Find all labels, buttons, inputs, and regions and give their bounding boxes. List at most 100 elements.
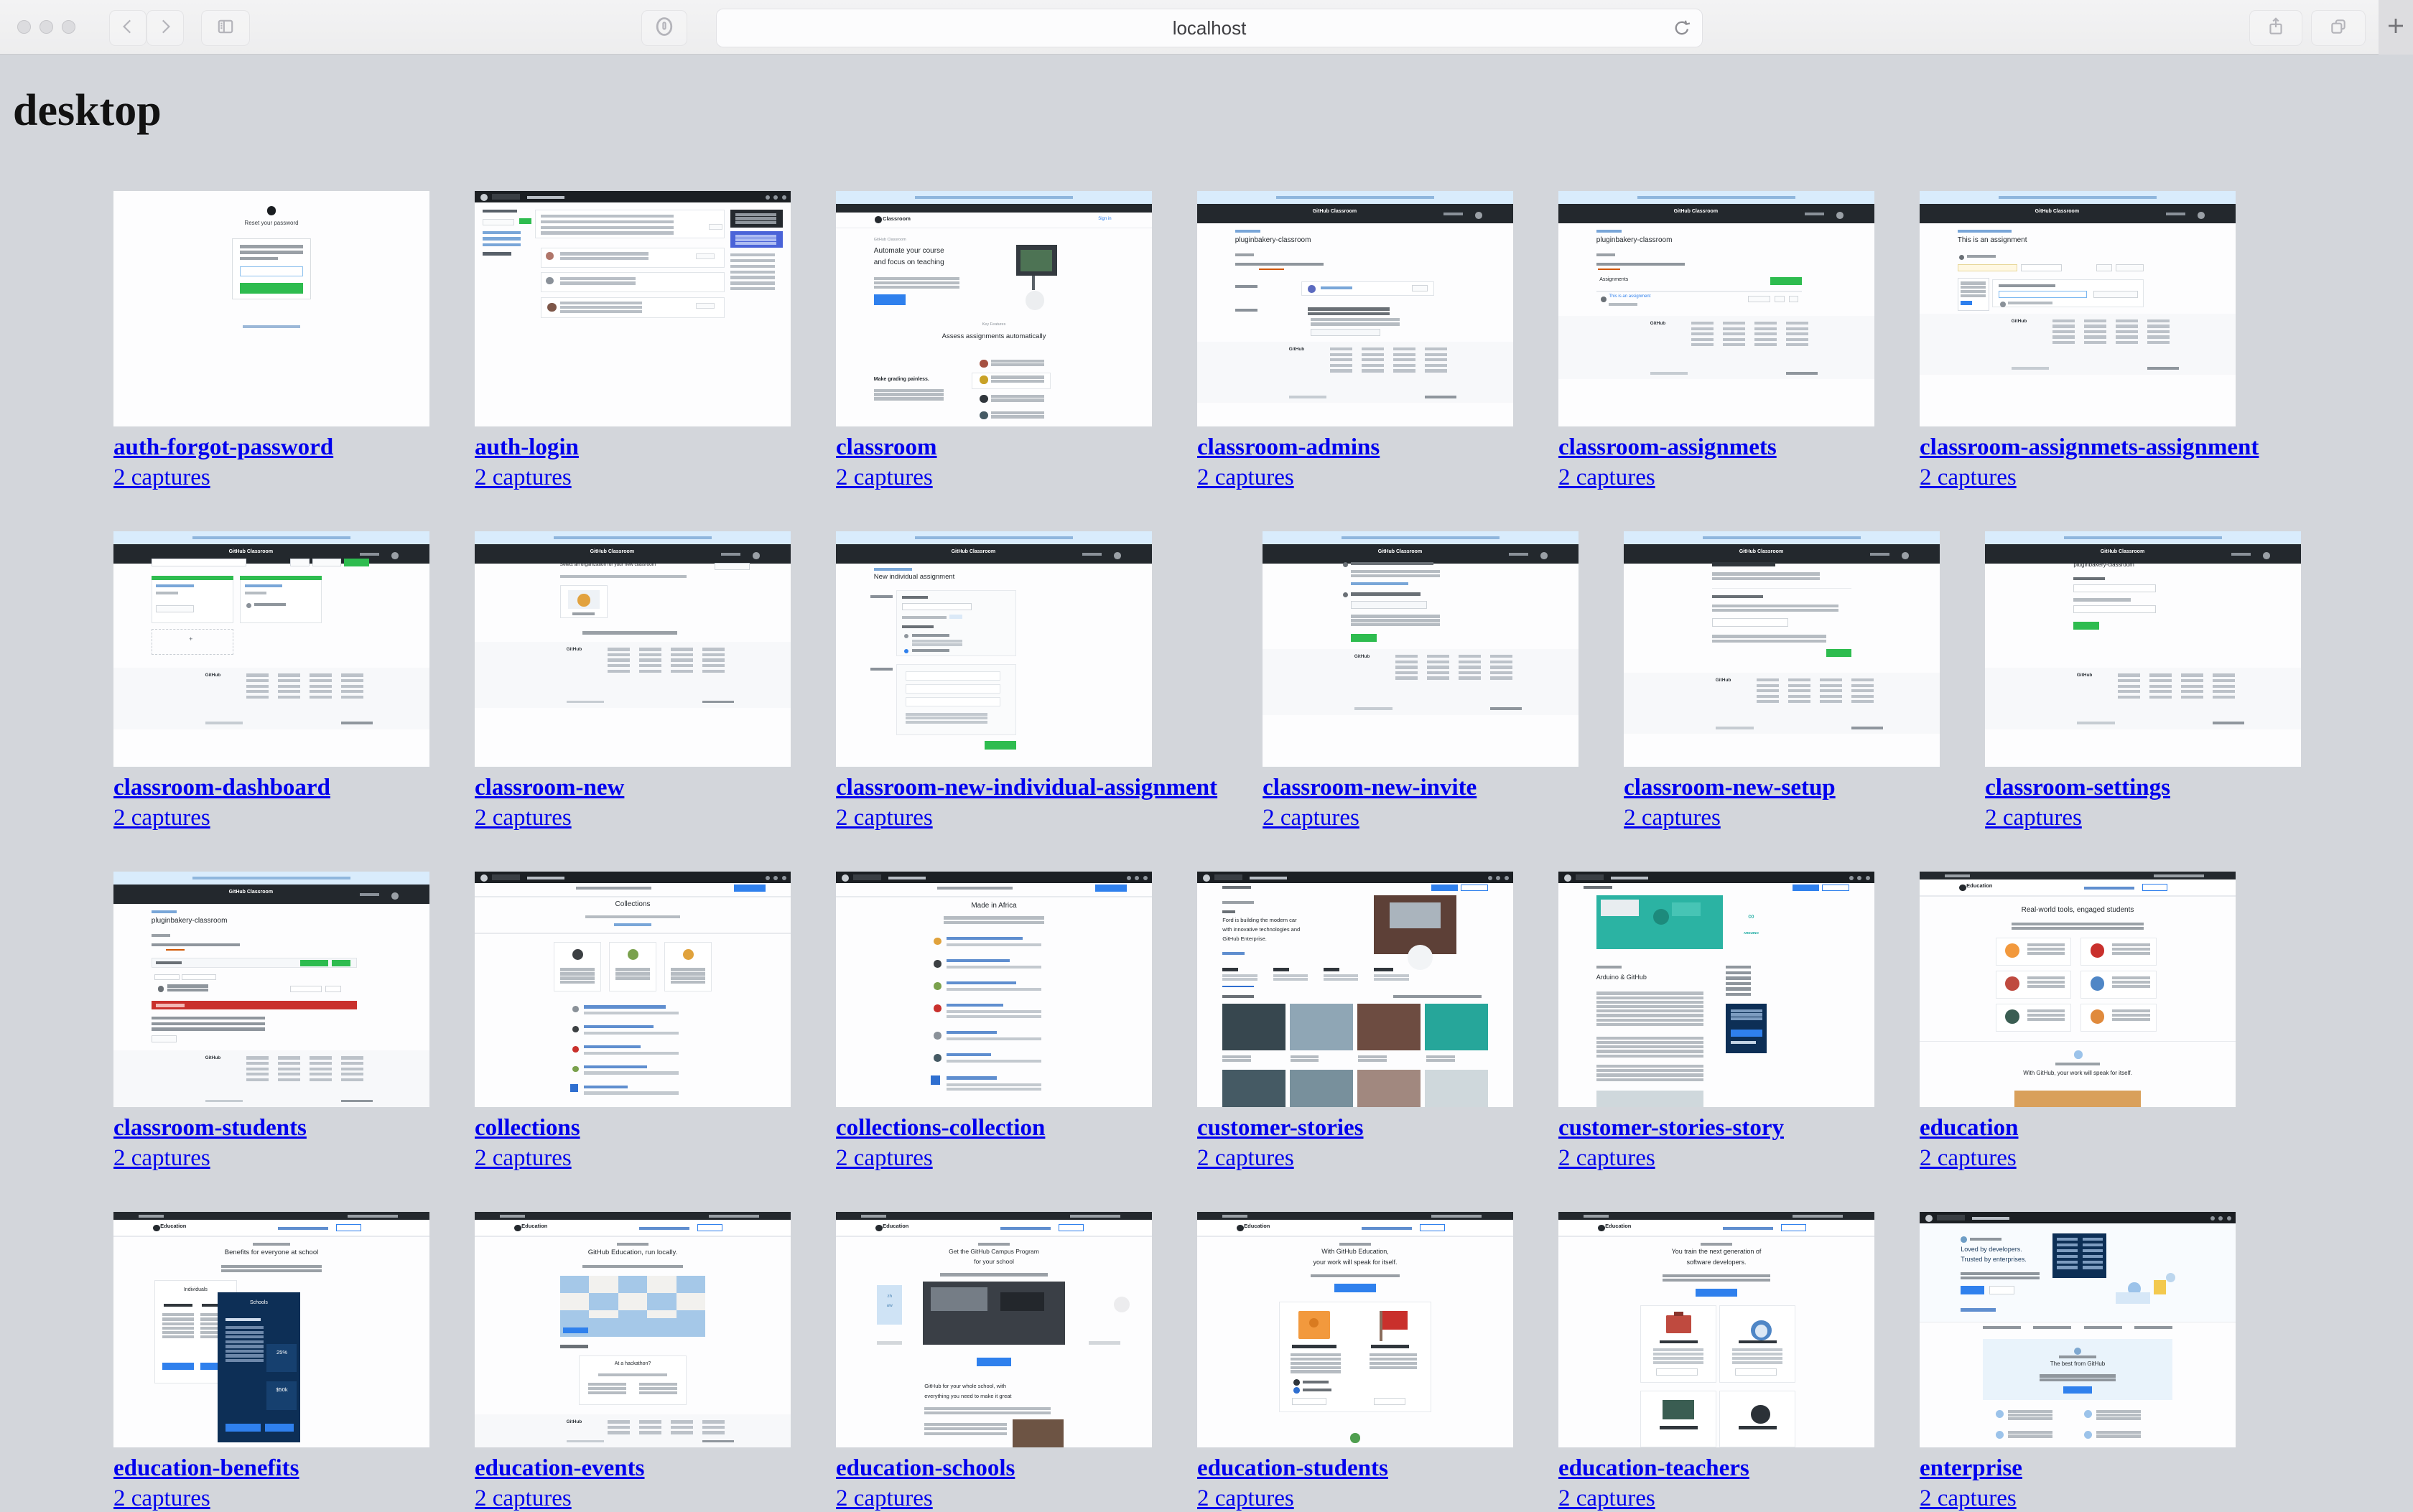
item-thumbnail[interactable]: GitHub Classroom pluginbakery-classroom Gi… [1197,191,1513,426]
item-title-link[interactable]: classroom-assignmets-assignment [1920,434,2259,461]
traffic-light-zoom-button[interactable] [62,20,75,34]
traffic-light-minimize-button[interactable] [39,20,53,34]
item-thumbnail[interactable]: Reset your password [113,191,429,426]
item-title-link[interactable]: classroom-settings [1985,774,2170,801]
item-captures-link[interactable]: 2 captures [836,1144,933,1172]
item-thumbnail[interactable]: ∞ ARDUINO Arduino & GitHub [1558,872,1874,1107]
item-captures-link[interactable]: 2 captures [1558,1485,1655,1512]
item-captures-link[interactable]: 2 captures [836,464,933,491]
item-captures-link[interactable]: 2 captures [1920,464,2017,491]
item-title-link[interactable]: education-benefits [113,1455,299,1482]
thumb-text-line [246,1056,269,1060]
thumb-text-line [246,695,269,699]
item-captures-link[interactable]: 2 captures [1197,1144,1294,1172]
thumb-rect [1663,1400,1695,1419]
password-manager-extension-button[interactable] [641,10,687,46]
item-title-link[interactable]: customer-stories-story [1558,1114,1784,1142]
sidebar-toggle-button[interactable] [201,10,250,46]
item-thumbnail[interactable]: Classroom Sign in GitHub Classroom Automate… [836,191,1152,426]
item-thumbnail[interactable]: Education GitHub Education, run locally. A… [475,1212,791,1447]
thumb-rect [1826,649,1851,658]
item-thumbnail[interactable]: Education Get the GitHub Campus Program fo… [836,1212,1152,1447]
item-captures-link[interactable]: 2 captures [475,464,572,491]
item-title-link[interactable]: education-students [1197,1455,1388,1482]
item-title-link[interactable]: classroom-admins [1197,434,1380,461]
item-title-link[interactable]: classroom-new-invite [1263,774,1477,801]
item-captures-link[interactable]: 2 captures [113,804,210,831]
item-title-link[interactable]: classroom-dashboard [113,774,330,801]
gallery-item: GitHub Classroom pluginbakery-classroom Gi… [1985,531,2302,831]
thumb-text-line [1785,343,1808,347]
thumb-text-line [1787,689,1810,693]
item-title-link[interactable]: enterprise [1920,1455,2022,1482]
item-captures-link[interactable]: 2 captures [475,804,572,831]
item-captures-link[interactable]: 2 captures [475,1485,572,1512]
item-thumbnail[interactable]: Education You train the next generation o… [1558,1212,1874,1447]
item-thumbnail[interactable]: Ford is building the modern car with inno… [1197,872,1513,1107]
item-title-link[interactable]: education [1920,1114,2019,1142]
item-captures-link[interactable]: 2 captures [1624,804,1721,831]
thumb-text-line [246,1073,269,1076]
item-thumbnail[interactable]: GitHub Classroom pluginbakery-classroom Gi… [113,872,429,1107]
item-title-link[interactable]: classroom-students [113,1114,307,1142]
item-title-link[interactable]: auth-forgot-password [113,434,333,461]
item-title-link[interactable]: classroom-new-individual-assignment [836,774,1217,801]
url-field[interactable]: localhost [716,9,1703,47]
item-thumbnail[interactable]: Made in Africa [836,872,1152,1107]
item-thumbnail[interactable]: Collections [475,872,791,1107]
item-captures-link[interactable]: 2 captures [113,1485,210,1512]
item-captures-link[interactable]: 2 captures [1985,804,2082,831]
thumb-dot [546,276,554,285]
item-captures-link[interactable]: 2 captures [1197,464,1294,491]
item-title-link[interactable]: classroom-new-setup [1624,774,1836,801]
item-thumbnail[interactable]: GitHub Classroom pluginbakery-classroom As… [1558,191,1874,426]
item-captures-link[interactable]: 2 captures [1558,1144,1655,1172]
item-title-link[interactable]: education-schools [836,1455,1015,1482]
item-thumbnail[interactable]: GitHub Classroom pluginbakery-classroom Gi… [1985,531,2302,767]
item-thumbnail[interactable] [475,191,791,426]
reload-button[interactable] [1672,18,1692,42]
item-thumbnail[interactable]: GitHub Classroom + GitHub [113,531,429,767]
traffic-light-close-button[interactable] [17,20,31,34]
thumb-text: Automate your course [873,246,944,255]
item-title-link[interactable]: education-teachers [1558,1455,1749,1482]
forward-button[interactable] [147,10,184,46]
item-captures-link[interactable]: 2 captures [113,464,210,491]
item-title-link[interactable]: education-events [475,1455,644,1482]
item-thumbnail[interactable]: GitHub Classroom This is an assignment Git… [1920,191,2236,426]
item-thumbnail[interactable]: Education Real-world tools, engaged stude… [1920,872,2236,1107]
thumb-text-line [277,684,300,688]
item-thumbnail[interactable]: GitHub Classroom GitHub [1624,531,1940,767]
item-captures-link[interactable]: 2 captures [475,1144,572,1172]
thumb-text-line [947,936,1023,940]
item-title-link[interactable]: classroom-new [475,774,624,801]
thumb-text-line [1851,689,1874,693]
item-captures-link[interactable]: 2 captures [836,804,933,831]
item-captures-link[interactable]: 2 captures [1920,1144,2017,1172]
new-tab-button[interactable] [2379,0,2413,55]
item-title-link[interactable]: customer-stories [1197,1114,1364,1142]
item-thumbnail[interactable]: GitHub Classroom Select an organization f… [475,531,791,767]
item-thumbnail[interactable]: Education With GitHub Education, your work… [1197,1212,1513,1447]
item-captures-link[interactable]: 2 captures [1920,1485,2017,1512]
item-captures-link[interactable]: 2 captures [1558,464,1655,491]
item-title-link[interactable]: collections-collection [836,1114,1045,1142]
item-captures-link[interactable]: 2 captures [1197,1485,1294,1512]
item-title-link[interactable]: classroom [836,434,937,461]
item-title-link[interactable]: collections [475,1114,580,1142]
item-thumbnail[interactable]: GitHub Classroom New individual assignmen… [836,531,1152,767]
item-thumbnail[interactable]: GitHub Classroom GitHub [1263,531,1579,767]
back-button[interactable] [109,10,147,46]
item-captures-link[interactable]: 2 captures [1263,804,1359,831]
item-thumbnail[interactable]: Education Benefits for everyone at school… [113,1212,429,1447]
item-captures-link[interactable]: 2 captures [836,1485,933,1512]
item-thumbnail[interactable]: Loved by developers. Trusted by enterpris… [1920,1212,2236,1447]
item-captures-link[interactable]: 2 captures [113,1144,210,1172]
thumb-text-line [1329,347,1352,351]
thumb-text-line [990,375,1045,379]
share-button[interactable] [2249,10,2302,46]
thumb-rect [1735,1368,1777,1376]
item-title-link[interactable]: auth-login [475,434,579,461]
item-title-link[interactable]: classroom-assignmets [1558,434,1777,461]
tab-overview-button[interactable] [2311,10,2366,46]
